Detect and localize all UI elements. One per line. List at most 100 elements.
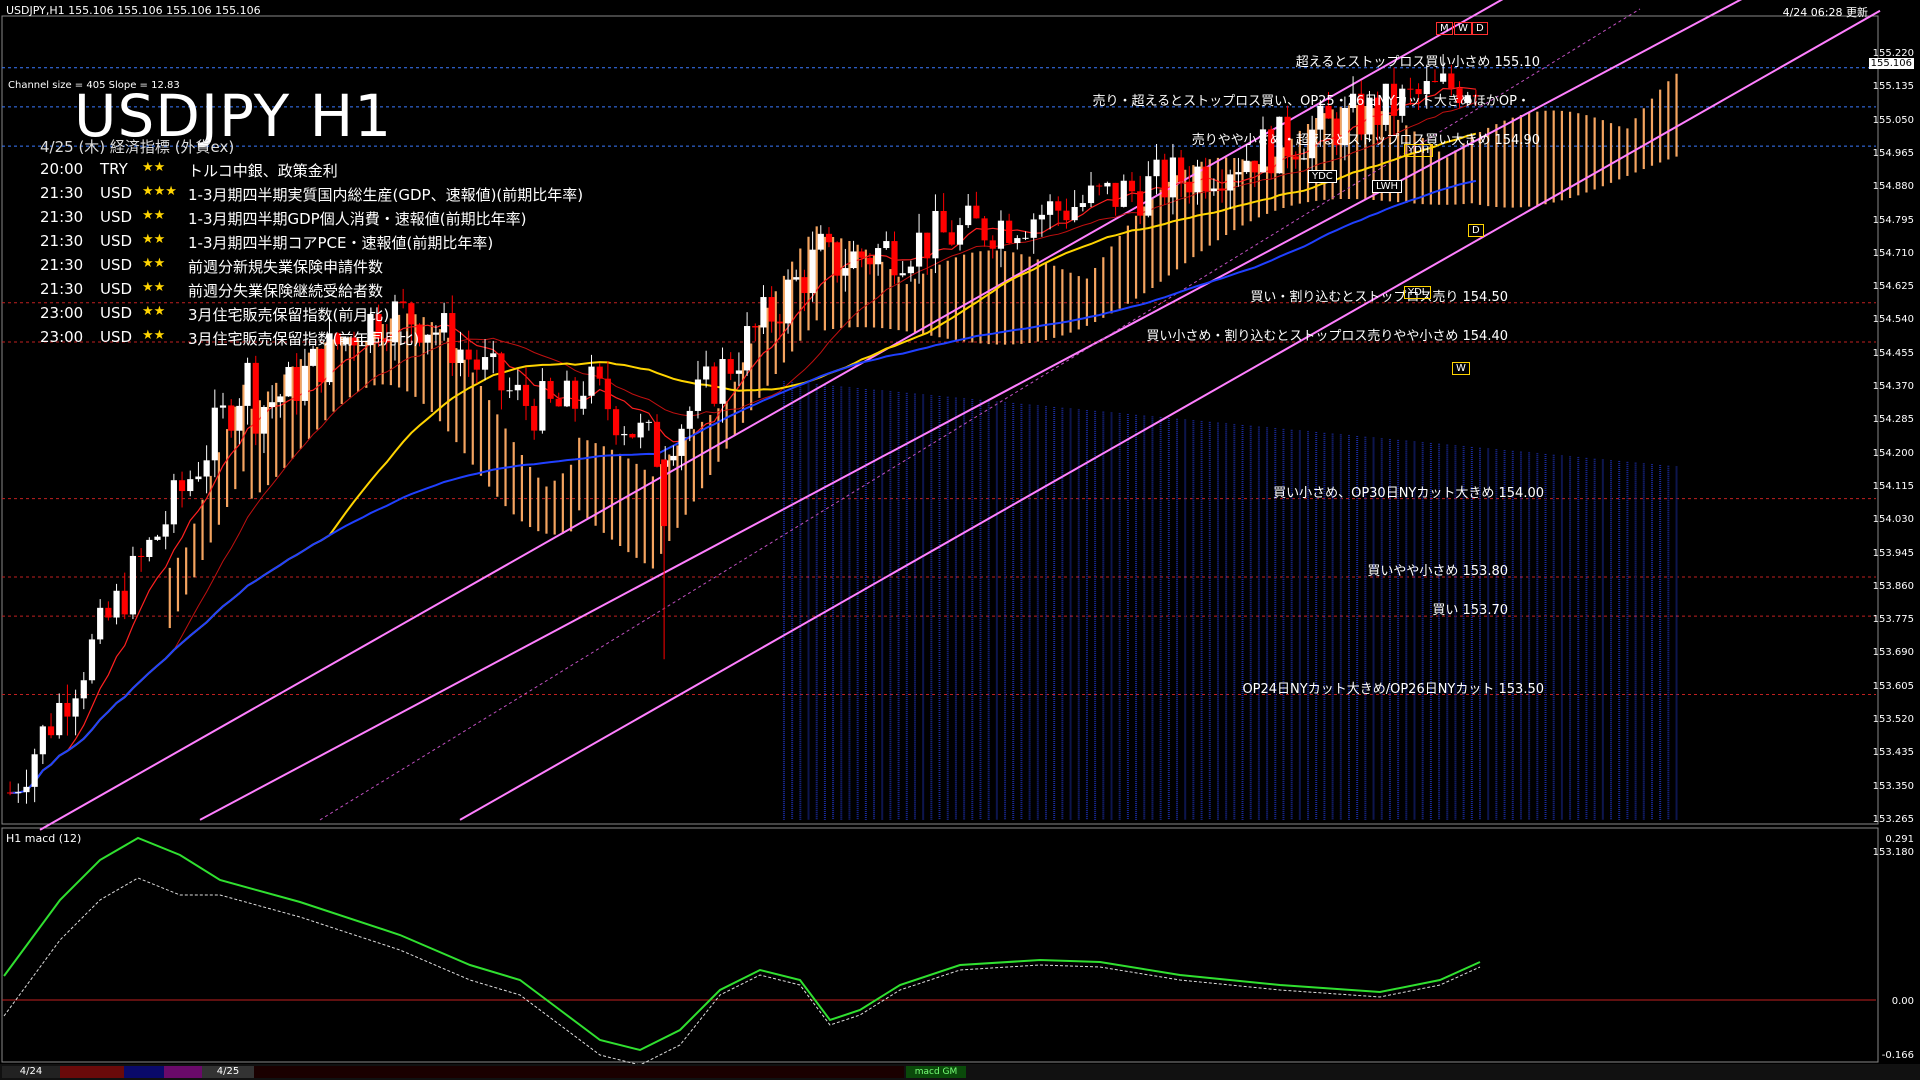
price-annotation: 売り・超えるとストップロス買い、OP25・26日NYカット大きめほかOP・ xyxy=(1092,93,1530,109)
candle xyxy=(948,232,955,245)
macd-tick: -0.166 xyxy=(1881,1050,1914,1061)
candle xyxy=(604,378,611,410)
price-annotation: 売りやや小さめ・超えるとストップロス買い大きめ 154.90 xyxy=(1191,133,1540,149)
candle xyxy=(555,398,562,407)
candle xyxy=(23,786,30,793)
event-currency: USD xyxy=(100,232,133,250)
candle xyxy=(670,455,677,461)
candle xyxy=(563,380,571,407)
bar-segment xyxy=(124,1066,164,1078)
candle xyxy=(1120,180,1127,207)
candle xyxy=(596,366,603,379)
candle xyxy=(997,220,1005,249)
candle xyxy=(760,297,767,328)
price-tick: 154.030 xyxy=(1872,514,1914,526)
bar-segment xyxy=(254,1066,904,1078)
macd-line xyxy=(3,836,1481,1052)
candle xyxy=(981,218,988,241)
price-tick: 154.625 xyxy=(1872,281,1914,293)
candle xyxy=(441,313,448,333)
candle xyxy=(875,248,882,265)
candle xyxy=(1112,182,1119,207)
candle xyxy=(162,524,169,537)
candle xyxy=(105,607,112,618)
price-tick: 153.860 xyxy=(1872,580,1914,592)
price-tick: 154.880 xyxy=(1872,181,1914,193)
candle xyxy=(113,590,120,618)
price-tick: 153.775 xyxy=(1872,614,1914,626)
event-stars: ★★★ xyxy=(142,184,177,199)
candle xyxy=(1292,156,1299,160)
candle xyxy=(580,395,587,409)
candle xyxy=(47,726,55,736)
candle xyxy=(277,396,284,403)
candle xyxy=(195,476,202,480)
candle xyxy=(768,297,775,322)
candle xyxy=(1022,237,1029,239)
macd-tab[interactable]: macd GM xyxy=(906,1066,966,1078)
symbol-info: USDJPY,H1 155.106 155.106 155.106 155.10… xyxy=(6,4,261,17)
candle xyxy=(1440,73,1447,82)
event-name: 前週分失業保険継続受給者数 xyxy=(188,282,384,300)
candle xyxy=(1014,238,1021,244)
candle xyxy=(744,326,751,371)
candle xyxy=(203,460,210,477)
candle xyxy=(891,241,898,276)
candle xyxy=(801,277,808,294)
candle xyxy=(7,792,14,794)
event-currency: USD xyxy=(100,304,133,322)
candle xyxy=(899,273,906,276)
level-box: LWH xyxy=(1372,180,1403,193)
price-tick: 154.455 xyxy=(1872,347,1914,359)
candle xyxy=(965,205,972,226)
price-tick: 153.435 xyxy=(1872,747,1914,759)
candle xyxy=(932,210,939,259)
candle xyxy=(1006,220,1013,244)
event-name: 3月住宅販売保留指数(前月比) xyxy=(188,306,390,324)
candle xyxy=(1448,73,1455,89)
candle xyxy=(1218,188,1226,191)
candle xyxy=(1128,180,1136,192)
event-name: 3月住宅販売保留指数(前年同月比) xyxy=(188,330,420,348)
candle xyxy=(1096,185,1103,187)
candle xyxy=(1079,203,1086,207)
price-annotation: 買い 153.70 xyxy=(1432,603,1508,619)
event-stars: ★★ xyxy=(142,328,166,343)
event-currency: USD xyxy=(100,184,133,202)
price-tick: 153.350 xyxy=(1872,780,1914,792)
candle xyxy=(703,366,710,380)
candle xyxy=(56,702,63,736)
candle xyxy=(424,334,431,343)
candle xyxy=(187,479,194,492)
candle xyxy=(727,359,734,374)
candle xyxy=(1202,166,1209,192)
candle xyxy=(850,251,857,269)
candle xyxy=(1243,160,1250,173)
candle xyxy=(154,536,161,540)
price-tick: 154.285 xyxy=(1872,414,1914,426)
event-stars: ★★ xyxy=(142,208,166,223)
candle xyxy=(449,313,456,363)
price-tick: 153.690 xyxy=(1872,647,1914,659)
candle xyxy=(784,279,792,324)
price-tick: 154.540 xyxy=(1872,314,1914,326)
candle xyxy=(318,348,325,383)
candle xyxy=(1063,210,1070,221)
candle xyxy=(121,590,128,615)
candle xyxy=(694,379,702,411)
candle xyxy=(1153,159,1160,177)
price-tick: 154.370 xyxy=(1872,381,1914,392)
candle xyxy=(645,421,652,423)
price-tick: 153.945 xyxy=(1872,547,1914,559)
update-time: 4/24 06:28 更新 xyxy=(1782,6,1868,19)
macd-tick: 0.00 xyxy=(1891,996,1914,1007)
candle xyxy=(408,303,415,325)
candle xyxy=(776,321,783,324)
level-box: M xyxy=(1436,22,1453,35)
price-tick: 153.605 xyxy=(1872,680,1914,692)
candle xyxy=(834,242,841,276)
candle xyxy=(956,225,964,245)
candle xyxy=(973,205,980,219)
candle xyxy=(678,428,685,456)
price-tick: 154.200 xyxy=(1872,447,1914,459)
